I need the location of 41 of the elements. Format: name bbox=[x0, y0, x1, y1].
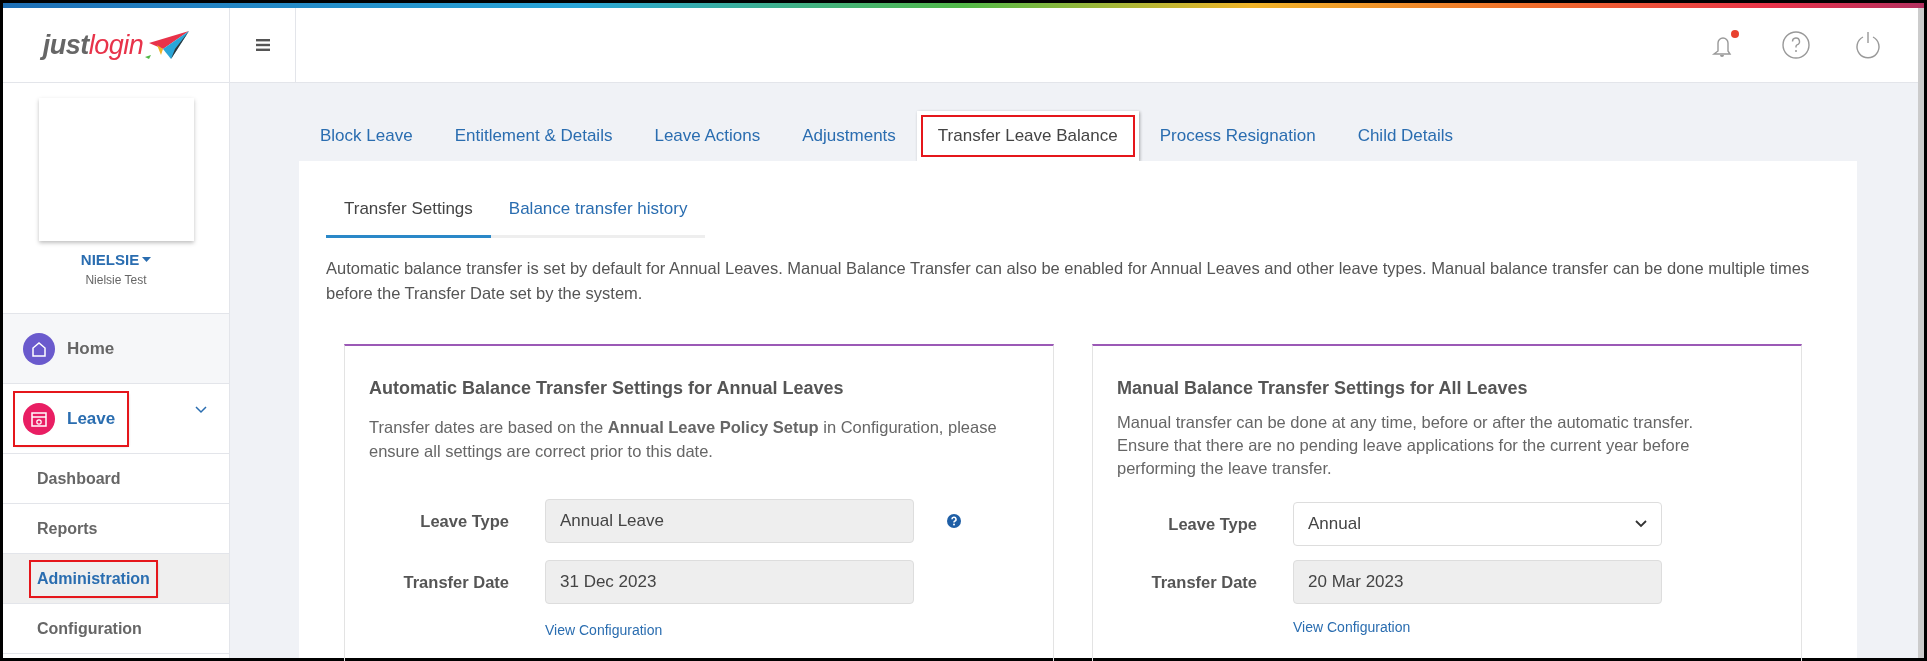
chevron-down-icon[interactable] bbox=[1635, 520, 1647, 528]
readonly-field: 31 Dec 2023 bbox=[545, 560, 914, 604]
help-icon[interactable] bbox=[947, 514, 961, 528]
logo-text: justlogin bbox=[42, 29, 144, 61]
field-label: Transfer Date bbox=[1150, 572, 1257, 592]
sidebar-item[interactable]: Administration bbox=[3, 554, 229, 604]
field-label: Leave Type bbox=[1167, 514, 1257, 534]
tab[interactable]: Balance transfer history bbox=[490, 183, 706, 238]
tab[interactable]: Process Resignation bbox=[1138, 111, 1337, 161]
chevron-down-icon[interactable] bbox=[195, 406, 207, 414]
intro-text: Automatic balance transfer is set by default for Annual Leaves. Manual Balance Transfer can also be enabled for Annual Leaves and other leave types. Manual balance transfer can be done multiple times before the Transfer Date set by the system. bbox=[326, 258, 1811, 304]
sidebar-item[interactable]: Home bbox=[3, 314, 229, 384]
tab[interactable]: Child Details bbox=[1336, 111, 1475, 161]
paper-plane-icon bbox=[145, 29, 190, 61]
tab[interactable]: Leave Actions bbox=[633, 111, 782, 161]
sidebar-item[interactable]: Configuration bbox=[3, 604, 229, 654]
menu-icon[interactable] bbox=[255, 39, 270, 51]
readonly-field: Annual Leave bbox=[545, 499, 914, 543]
panel-title: Manual Balance Transfer Settings for All Leaves bbox=[1117, 378, 1529, 399]
field-label: Transfer Date bbox=[402, 572, 509, 592]
tab[interactable]: Adjustments bbox=[781, 111, 917, 161]
tab[interactable]: Block Leave bbox=[299, 111, 434, 161]
sidebar-item[interactable]: Dashboard bbox=[3, 454, 229, 504]
panel-description: Manual transfer can be done at any time, before or after the automatic transfer. Ensure that there are no pending leave applications for the current year before performing the leave transfer. bbox=[1117, 412, 1694, 479]
help-icon[interactable] bbox=[1780, 29, 1812, 61]
user-menu[interactable]: NIELSIE bbox=[80, 251, 152, 268]
tab[interactable]: Transfer Leave Balance bbox=[916, 111, 1139, 161]
full-name: Nielsie Test bbox=[85, 273, 147, 287]
caret-icon[interactable] bbox=[142, 257, 152, 262]
panel-description: Transfer dates are based on the Annual Leave Policy Setup in Configuration, please ensure all settings are correct prior to this date. bbox=[369, 417, 998, 462]
view-configuration-link[interactable]: View Configuration bbox=[1293, 619, 1411, 635]
panel-title: Automatic Balance Transfer Settings for Annual Leaves bbox=[369, 378, 845, 399]
readonly-field: 20 Mar 2023 bbox=[1293, 560, 1662, 604]
view-configuration-link[interactable]: View Configuration bbox=[545, 622, 663, 638]
tab[interactable]: Transfer Settings bbox=[326, 183, 491, 238]
calendar-icon bbox=[23, 402, 55, 435]
tab[interactable]: Entitlement & Details bbox=[433, 111, 634, 161]
home-icon bbox=[23, 332, 55, 365]
scrollbar[interactable] bbox=[1918, 8, 1924, 658]
leave-type-dropdown[interactable]: Annual bbox=[1293, 502, 1662, 546]
field-label: Leave Type bbox=[419, 511, 509, 531]
